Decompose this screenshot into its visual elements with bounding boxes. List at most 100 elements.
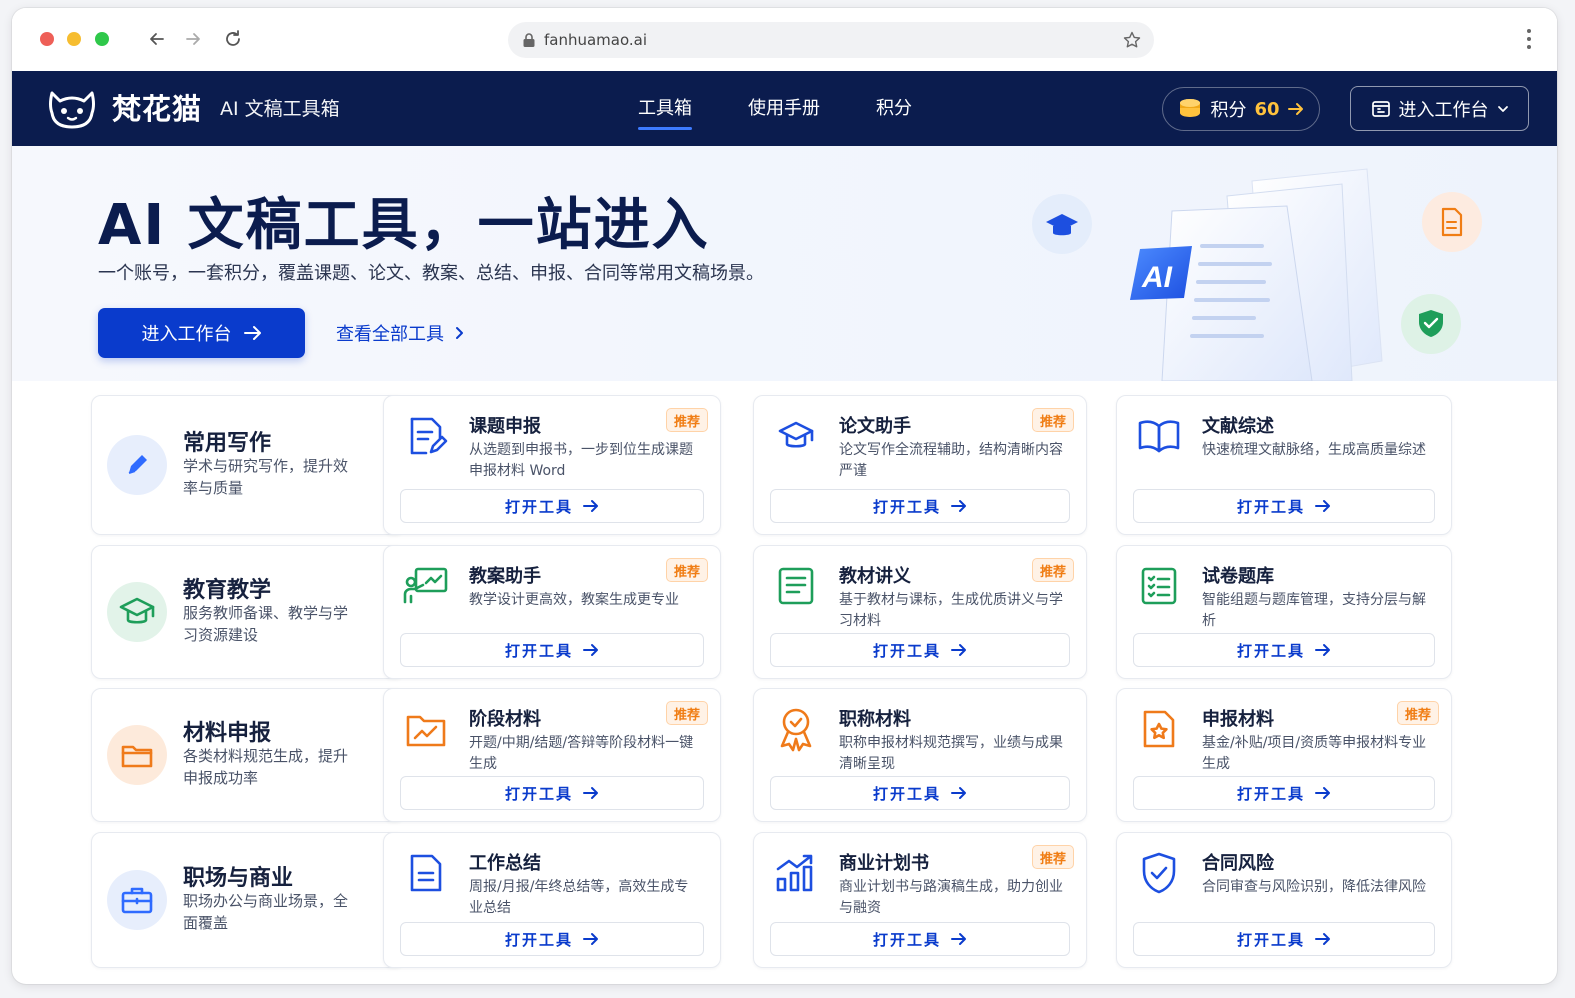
open-tool-button[interactable]: 打开工具	[1133, 489, 1435, 523]
tool-card[interactable]: 工作总结 周报/月报/年终总结等，高效生成专业总结 打开工具	[383, 832, 721, 968]
document-pages-icon	[1161, 168, 1383, 381]
nav-tab-1[interactable]: 使用手册	[748, 71, 820, 146]
document-bubble-icon	[1422, 192, 1482, 252]
tool-description: 从选题到申报书，一步到位生成课题申报材料 Word	[469, 442, 693, 479]
tool-description: 基金/补贴/项目/资质等申报材料专业生成	[1202, 735, 1427, 772]
category-title: 常用写作	[183, 431, 272, 456]
open-tool-label: 打开工具	[504, 784, 573, 803]
tool-description: 职称申报材料规范撰写，业绩与成果清晰呈现	[839, 735, 1063, 772]
tool-card[interactable]: 课题申报 从选题到申报书，一步到位生成课题申报材料 Word 推荐 打开工具	[383, 395, 721, 535]
category-description: 职场办公与商业场景，全面覆盖	[183, 892, 349, 932]
cta-label: 进入工作台	[141, 324, 232, 345]
recommend-badge: 推荐	[1032, 558, 1074, 582]
brand[interactable]: 梵花猫 AI 文稿工具箱	[46, 83, 340, 131]
category-description: 各类材料规范生成，提升申报成功率	[183, 747, 349, 787]
hero-title: AI 文稿工具，一站进入	[98, 193, 710, 258]
open-tool-button[interactable]: 打开工具	[400, 633, 704, 667]
points-button[interactable]: 积分 60	[1162, 87, 1320, 131]
tool-card[interactable]: 论文助手 论文写作全流程辅助，结构清晰内容严谨 推荐 打开工具	[753, 395, 1087, 535]
open-tool-button[interactable]: 打开工具	[400, 776, 704, 810]
tool-title: 工作总结	[469, 853, 541, 874]
view-all-tools-link[interactable]: 查看全部工具	[336, 320, 464, 346]
tool-card[interactable]: 商业计划书 商业计划书与路演稿生成，助力创业与融资 推荐 打开工具	[753, 832, 1087, 968]
tool-card[interactable]: 申报材料 基金/补贴/项目/资质等申报材料专业生成 推荐 打开工具	[1116, 688, 1452, 822]
lock-icon	[522, 32, 536, 48]
category-card: 教育教学 服务教师备课、教学与学习资源建设	[91, 545, 405, 679]
hero-section: AI 文稿工具，一站进入 一个账号，一套积分，覆盖课题、论文、教案、总结、申报、…	[12, 146, 1557, 381]
arrow-right-icon	[583, 787, 598, 799]
nav-tab-2[interactable]: 积分	[876, 71, 912, 146]
recommend-badge: 推荐	[1397, 701, 1439, 725]
shield-check-icon	[1135, 849, 1183, 897]
category-title: 材料申报	[183, 721, 272, 746]
open-tool-button[interactable]: 打开工具	[770, 922, 1070, 956]
open-tool-button[interactable]: 打开工具	[1133, 776, 1435, 810]
cat-logo-icon	[49, 91, 95, 129]
open-tool-button[interactable]: 打开工具	[770, 776, 1070, 810]
ai-badge-icon: AI	[1130, 246, 1192, 300]
category-card: 职场与商业 职场办公与商业场景，全面覆盖	[91, 832, 405, 968]
open-tool-button[interactable]: 打开工具	[400, 922, 704, 956]
briefcase-icon	[107, 870, 167, 930]
address-bar[interactable]: fanhuamao.ai	[508, 22, 1154, 58]
tool-card[interactable]: 合同风险 合同审查与风险识别，降低法律风险 打开工具	[1116, 832, 1452, 968]
forward-arrow-icon[interactable]	[182, 28, 204, 50]
star-document-icon	[1135, 705, 1183, 753]
tool-description: 基于教材与课标，生成优质讲义与学习材料	[839, 592, 1063, 629]
tool-title: 课题申报	[469, 416, 541, 437]
workbench-label: 进入工作台	[1398, 99, 1489, 121]
chevron-right-icon	[456, 327, 463, 339]
chevron-down-icon	[1497, 105, 1508, 112]
checklist-icon	[1135, 562, 1183, 610]
tool-card[interactable]: 职称材料 职称申报材料规范撰写，业绩与成果清晰呈现 打开工具	[753, 688, 1087, 822]
browser-toolbar: fanhuamao.ai	[12, 8, 1557, 71]
category-description: 学术与研究写作，提升效率与质量	[183, 457, 349, 497]
category-card: 常用写作 学术与研究写作，提升效率与质量	[91, 395, 405, 535]
reload-icon[interactable]	[222, 28, 244, 50]
tool-card[interactable]: 文献综述 快速梳理文献脉络，生成高质量综述 打开工具	[1116, 395, 1452, 535]
open-tool-label: 打开工具	[872, 641, 941, 660]
enter-workbench-button[interactable]: 进入工作台	[98, 308, 305, 358]
tool-card[interactable]: 阶段材料 开题/中期/结题/答辩等阶段材料一键生成 推荐 打开工具	[383, 688, 721, 822]
open-tool-label: 打开工具	[504, 641, 573, 660]
tool-card[interactable]: 试卷题库 智能组题与题库管理，支持分层与解析 打开工具	[1116, 545, 1452, 679]
teacher-board-icon	[402, 562, 450, 610]
arrow-right-icon	[1315, 787, 1330, 799]
hero-illustration: AI	[1032, 168, 1482, 381]
points-label: 积分	[1210, 100, 1247, 121]
maximize-window-button[interactable]	[95, 32, 109, 46]
browser-menu-icon[interactable]	[1527, 29, 1531, 49]
open-tool-label: 打开工具	[1236, 641, 1305, 660]
browser-window: fanhuamao.ai 梵花猫 AI 文稿工具箱 工具箱 使用手册 积分 积分…	[12, 8, 1557, 984]
nav-tab-0[interactable]: 工具箱	[638, 71, 692, 146]
url-text: fanhuamao.ai	[544, 31, 648, 49]
tool-description: 快速梳理文献脉络，生成高质量综述	[1202, 442, 1426, 458]
chart-folder-icon	[402, 705, 450, 753]
tool-card[interactable]: 教材讲义 基于教材与课标，生成优质讲义与学习材料 推荐 打开工具	[753, 545, 1087, 679]
open-tool-button[interactable]: 打开工具	[400, 489, 704, 523]
dashboard-icon	[1371, 100, 1390, 117]
open-tool-button[interactable]: 打开工具	[770, 633, 1070, 667]
minimize-window-button[interactable]	[67, 32, 81, 46]
back-arrow-icon[interactable]	[146, 28, 168, 50]
open-tool-label: 打开工具	[1236, 784, 1305, 803]
open-book-icon	[1135, 412, 1183, 460]
bookmark-star-icon[interactable]	[1122, 30, 1142, 50]
category-card: 材料申报 各类材料规范生成，提升申报成功率	[91, 688, 405, 822]
open-tool-button[interactable]: 打开工具	[1133, 633, 1435, 667]
open-tool-button[interactable]: 打开工具	[770, 489, 1070, 523]
open-tool-label: 打开工具	[504, 930, 573, 949]
open-tool-label: 打开工具	[504, 497, 573, 516]
arrow-right-icon	[243, 326, 261, 340]
tool-description: 商业计划书与路演稿生成，助力创业与融资	[839, 879, 1063, 916]
close-window-button[interactable]	[40, 32, 54, 46]
arrow-right-icon	[583, 933, 598, 945]
handout-icon	[772, 562, 820, 610]
ai-badge-text: AI	[1141, 261, 1173, 294]
tool-card[interactable]: 教案助手 教学设计更高效，教案生成更专业 推荐 打开工具	[383, 545, 721, 679]
graduation-cap-icon	[107, 582, 167, 642]
open-tool-button[interactable]: 打开工具	[1133, 922, 1435, 956]
category-title: 职场与商业	[183, 866, 294, 891]
workbench-dropdown[interactable]: 进入工作台	[1350, 86, 1529, 131]
bar-chart-icon	[772, 849, 820, 897]
